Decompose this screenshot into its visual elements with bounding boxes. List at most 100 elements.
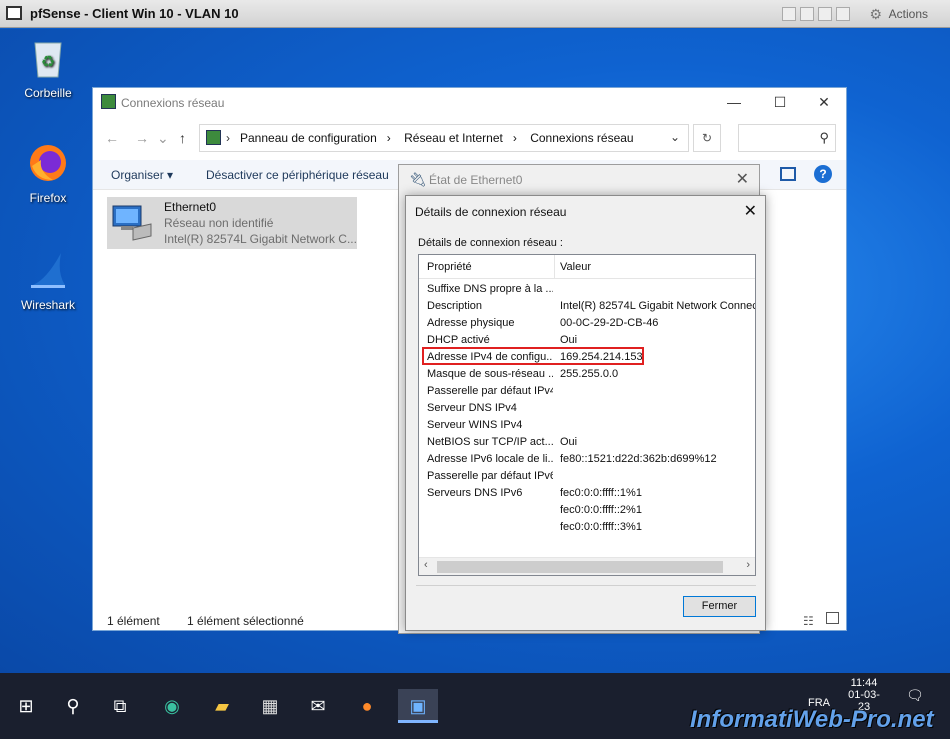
details-list[interactable]: Propriété Valeur Suffixe DNS propre à la… [418,254,756,576]
adapter-ethernet0[interactable]: Ethernet0 Réseau non identifié Intel(R) … [107,197,357,249]
property-cell: Serveurs DNS IPv6 [427,487,523,499]
window-title: Connexions réseau [121,96,225,110]
forward-arrow-icon[interactable]: → [135,130,149,146]
vm-minimize-button[interactable] [782,7,796,21]
recycle-bin-icon: ♻ [34,42,62,78]
back-arrow-icon[interactable]: ← [105,130,119,146]
close-button[interactable]: ✕ [801,94,847,111]
status-bar: 1 élément 1 élément sélectionné [107,614,328,628]
close-dialog-button[interactable]: Fermer [683,596,756,617]
preview-pane-icon[interactable] [780,167,796,181]
refresh-button[interactable]: ↻ [693,124,721,152]
wireshark-icon [31,253,65,288]
list-item[interactable]: Passerelle par défaut IPv6 [419,468,755,485]
property-cell: DHCP activé [427,334,490,346]
up-arrow-icon[interactable]: ↑ [179,130,186,146]
vm-restore-button[interactable] [800,7,814,21]
vm-window-controls [782,7,850,21]
desktop-icon-firefox[interactable]: Firefox [13,142,83,205]
details-view-icon[interactable]: ☷ [803,614,814,628]
list-item[interactable]: Masque de sous-réseau ... 255.255.0.0 [419,366,755,383]
maximize-button[interactable]: ☐ [757,94,803,111]
value-cell: 00-0C-29-2D-CB-46 [560,317,659,329]
list-item[interactable]: fec0:0:0:ffff::2%1 [419,502,755,519]
property-cell: Description [427,300,483,312]
network-connections-taskbar-icon[interactable]: ▣ [398,689,438,723]
breadcrumb: Panneau de configuration › Réseau et Inte… [240,131,644,145]
list-item[interactable]: Adresse IPv6 locale de li... fe80::1521:d… [419,451,755,468]
connection-details-dialog: Détails de connexion réseau ✕ Détails de… [405,195,766,631]
divider [416,585,756,586]
column-header-value[interactable]: Valeur [560,261,591,273]
vm-fullscreen-button[interactable] [818,7,832,21]
mail-icon[interactable]: ✉ [301,689,335,723]
recent-dropdown-icon[interactable]: ⌄ [157,130,169,147]
search-input[interactable]: ⚲ [738,124,836,152]
desktop-icon-recycle-bin[interactable]: ♻ Corbeille [13,37,83,100]
list-item[interactable]: Description Intel(R) 82574L Gigabit Netwo… [419,298,755,315]
disable-device-button[interactable]: Désactiver ce périphérique réseau [206,168,389,182]
network-plug-icon: 🔌︎ [409,171,427,187]
minimize-button[interactable]: — [711,94,757,110]
taskbar: ⊞ ⚲ ⧉ ◉ ▰ ▦ ✉ ● ▣ FRA 11:44 01-03-23 🗨︎ … [0,673,950,739]
list-item[interactable]: fec0:0:0:ffff::3%1 [419,519,755,536]
value-cell: fec0:0:0:ffff::2%1 [560,504,642,516]
gear-icon[interactable]: ⚙ [869,6,882,23]
details-list-label: Détails de connexion réseau : [418,237,563,249]
notification-icon[interactable]: 🗨︎ [906,687,924,704]
close-button[interactable]: ✕ [736,169,749,189]
list-item[interactable]: Serveur DNS IPv4 [419,400,755,417]
breadcrumb-item-network-connections[interactable]: Connexions réseau [530,131,633,145]
property-cell: Serveur DNS IPv4 [427,402,517,414]
task-view-icon[interactable]: ⧉ [103,689,137,723]
breadcrumb-item-network-internet[interactable]: Réseau et Internet [404,131,503,145]
firefox-icon[interactable]: ● [350,689,384,723]
breadcrumb-item-control-panel[interactable]: Panneau de configuration [240,131,377,145]
close-button[interactable]: ✕ [744,201,757,221]
property-cell: Suffixe DNS propre à la ... [427,283,553,295]
address-bar[interactable]: › Panneau de configuration › Réseau et In… [199,124,689,152]
list-item[interactable]: Adresse physique 00-0C-29-2D-CB-46 [419,315,755,332]
list-item[interactable]: Serveurs DNS IPv6 fec0:0:0:ffff::1%1 [419,485,755,502]
edge-icon[interactable]: ◉ [155,689,189,723]
column-divider[interactable] [554,255,555,279]
value-cell: fe80::1521:d22d:362b:d699%12 [560,453,717,465]
property-cell: Serveur WINS IPv4 [427,419,523,431]
vm-actions-menu[interactable]: Actions [889,7,928,21]
selected-count: 1 élément sélectionné [187,614,304,628]
desktop-icon-label: Firefox [29,191,67,205]
help-icon[interactable]: ? [814,165,832,183]
window-titlebar: Connexions réseau — ☐ ✕ [93,88,846,118]
chevron-right-icon: › [512,131,517,145]
scroll-left-icon[interactable]: ‹ [424,559,428,571]
list-item[interactable]: Suffixe DNS propre à la ... [419,281,755,298]
value-cell: Oui [560,334,578,346]
list-item[interactable]: NetBIOS sur TCP/IP act... Oui [419,434,755,451]
organize-menu[interactable]: Organiser ▾ [111,168,173,182]
horizontal-scrollbar[interactable]: ‹ › [419,557,755,575]
vm-keyboard-button[interactable] [836,7,850,21]
svg-text:♻: ♻ [41,54,55,71]
file-explorer-icon[interactable]: ▰ [205,689,239,723]
vm-window-icon [6,6,22,20]
search-icon[interactable]: ⚲ [56,689,90,723]
scroll-right-icon[interactable]: › [746,559,750,571]
list-item[interactable]: Passerelle par défaut IPv4 [419,383,755,400]
address-toolbar: ← → ⌄ ↑ › Panneau de configuration › Rése… [93,122,846,154]
desktop-icon-wireshark[interactable]: Wireshark [13,249,83,312]
property-cell: NetBIOS sur TCP/IP act... [427,436,553,448]
vm-titlebar: pfSense - Client Win 10 - VLAN 10 ⚙ Acti… [0,0,950,28]
chevron-right-icon: › [386,131,391,145]
column-header-property[interactable]: Propriété [427,261,472,273]
property-cell: Adresse physique [427,317,515,329]
large-icons-view-icon[interactable] [826,612,839,624]
store-icon[interactable]: ▦ [253,689,287,723]
watermark: InformatiWeb-Pro.net [690,706,934,733]
dialog-title: Détails de connexion réseau [415,205,567,219]
start-windows-icon[interactable]: ⊞ [9,689,43,723]
list-item[interactable]: Serveur WINS IPv4 [419,417,755,434]
value-cell: 255.255.0.0 [560,368,619,380]
item-count: 1 élément [107,614,160,628]
scrollbar-thumb[interactable] [437,561,723,573]
chevron-down-icon[interactable]: ⌄ [670,130,680,144]
